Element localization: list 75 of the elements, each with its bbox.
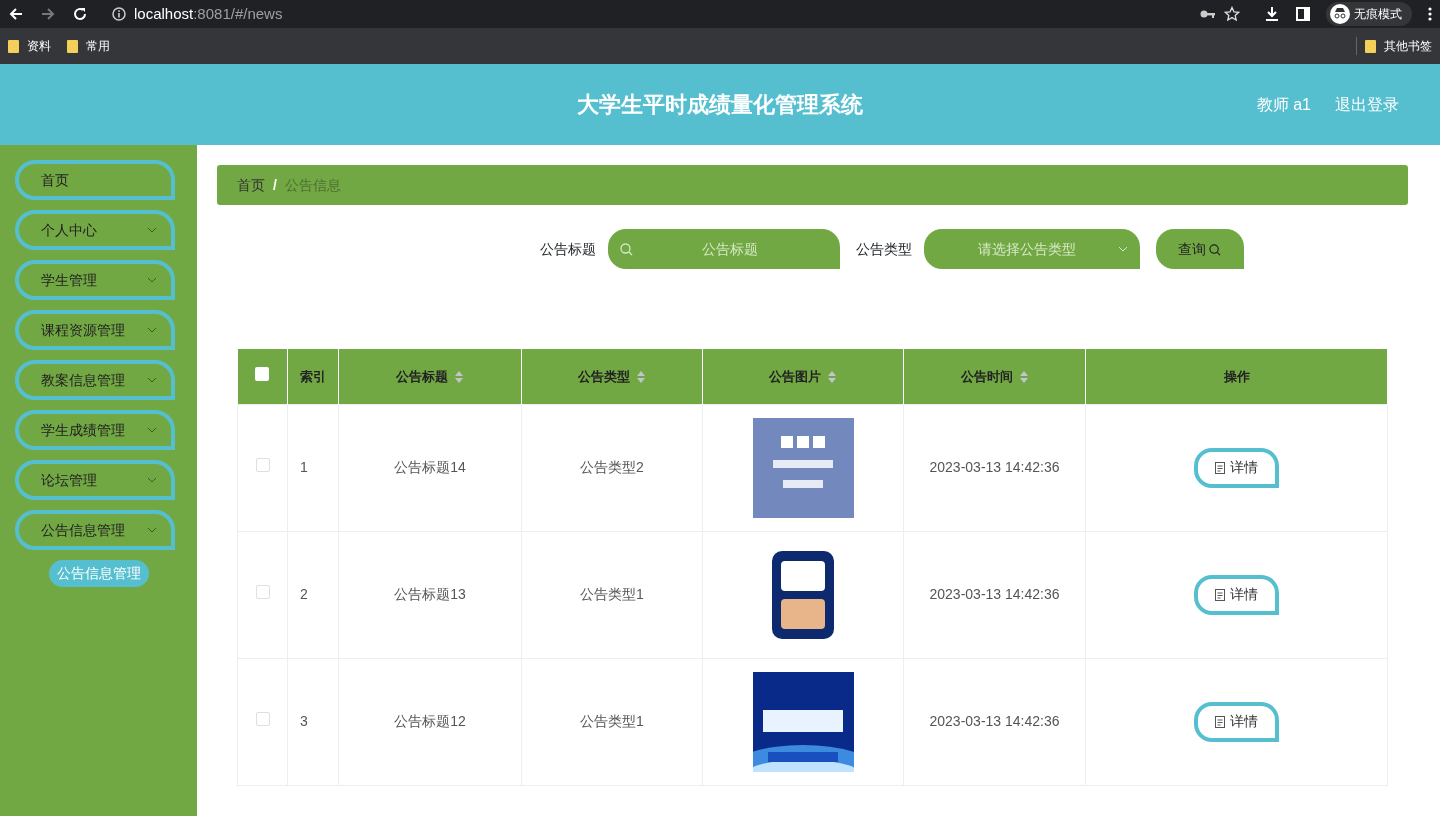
row-checkbox[interactable] [255, 712, 270, 726]
select-input[interactable]: 请选择公告类型 [935, 237, 1118, 261]
column-header[interactable]: 公告类型 [578, 368, 630, 384]
detail-button[interactable]: 详情 [1194, 447, 1279, 488]
menu-item[interactable]: 学生管理 [15, 260, 175, 300]
column-header[interactable]: 公告时间 [960, 368, 1013, 384]
document-icon [1215, 589, 1225, 602]
search-button[interactable]: 查询 [1155, 229, 1244, 269]
index-cell: 1 [300, 459, 308, 475]
table-cell: 公告类型1 [580, 586, 644, 602]
breadcrumb-separator: / [273, 175, 277, 195]
reload-icon[interactable] [72, 6, 88, 22]
chevron-down-icon [147, 527, 157, 533]
folder-icon [8, 39, 19, 53]
folder-icon [1365, 39, 1376, 53]
index-cell: 3 [300, 713, 308, 729]
folder-icon [67, 39, 78, 53]
search-input[interactable]: 公告标题 [632, 237, 828, 261]
menu-item[interactable]: 论坛管理 [15, 460, 175, 500]
table-cell: 公告类型1 [580, 713, 644, 729]
table-cell: 公告标题14 [394, 459, 466, 475]
type-select[interactable]: 请选择公告类型 [923, 229, 1140, 269]
chevron-down-icon [147, 327, 157, 333]
field-label: 公告类型 [855, 239, 912, 259]
chevron-down-icon [147, 377, 157, 383]
chevron-down-icon [1117, 246, 1128, 252]
search-icon [619, 242, 633, 256]
row-checkbox[interactable] [255, 458, 270, 472]
address-text[interactable]: localhost:8081/#/news [134, 2, 283, 26]
detail-button[interactable]: 详情 [1194, 701, 1279, 742]
chevron-down-icon [147, 427, 157, 433]
index-cell: 2 [300, 586, 308, 602]
search-icon [1209, 243, 1222, 256]
bookmark[interactable]: 常用 [67, 37, 110, 55]
table-cell: 公告标题13 [394, 586, 466, 602]
column-header: 索引 [300, 368, 326, 384]
app-title: 大学生平时成绩量化管理系统 [577, 92, 863, 117]
row-checkbox[interactable] [255, 585, 270, 599]
key-icon[interactable] [1200, 9, 1216, 19]
select-all-checkbox[interactable] [255, 366, 270, 381]
forward-icon[interactable] [40, 6, 56, 22]
field-label: 公告标题 [539, 239, 596, 259]
chevron-down-icon [147, 477, 157, 483]
column-header[interactable]: 公告图片 [769, 368, 821, 384]
table-cell: 2023-03-13 14:42:36 [929, 586, 1060, 602]
document-icon [1215, 462, 1225, 475]
incognito-icon[interactable] [1330, 4, 1350, 24]
menu-item[interactable]: 学生成绩管理 [15, 410, 175, 450]
document-icon [1215, 716, 1225, 729]
breadcrumb-item: 公告信息 [284, 175, 341, 195]
detail-button[interactable]: 详情 [1194, 574, 1279, 615]
back-icon[interactable] [8, 6, 24, 22]
menu-item[interactable]: 首页 [15, 160, 175, 200]
table-cell: 公告标题12 [394, 713, 466, 729]
table-cell: 2023-03-13 14:42:36 [929, 459, 1060, 475]
menu-item[interactable]: 公告信息管理 [15, 510, 175, 550]
menu-item[interactable]: 课程资源管理 [15, 310, 175, 350]
chevron-down-icon [147, 227, 157, 233]
user-name: 教师 a1 [1256, 94, 1311, 115]
more-icon[interactable] [1428, 7, 1432, 21]
breadcrumb-item[interactable]: 首页 [237, 174, 265, 196]
download-icon[interactable] [1264, 6, 1280, 22]
sidebar-icon[interactable] [1296, 7, 1310, 21]
table-cell: 2023-03-13 14:42:36 [929, 713, 1060, 729]
menu-item[interactable]: 教案信息管理 [15, 360, 175, 400]
column-header: 操作 [1223, 368, 1250, 384]
chevron-down-icon [147, 277, 157, 283]
table-cell: 公告类型2 [580, 459, 644, 475]
star-icon[interactable] [1224, 6, 1240, 22]
bookmark[interactable]: 资料 [8, 37, 51, 55]
menu-item[interactable]: 个人中心 [15, 210, 175, 250]
search-field[interactable]: 公告标题 [607, 229, 840, 269]
info-icon[interactable] [112, 7, 126, 21]
bookmark[interactable]: 其他书签 [1365, 37, 1432, 55]
column-header[interactable]: 公告标题 [396, 368, 448, 384]
